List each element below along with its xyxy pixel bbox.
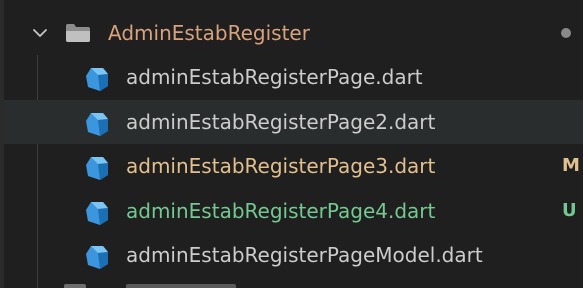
file-row[interactable]: adminEstabRegisterPage2.dart: [4, 100, 583, 144]
folder-open-icon: [66, 24, 90, 42]
file-row[interactable]: adminEstabRegisterPage3.dart M: [4, 144, 583, 188]
row-label-partial: [126, 284, 236, 288]
folder-row-admin-estab-register[interactable]: AdminEstabRegister: [4, 11, 583, 55]
modified-dot-badge: [561, 28, 571, 38]
file-label: adminEstabRegisterPage2.dart: [126, 110, 436, 134]
dart-file-icon: [86, 68, 108, 91]
folder-icon: [64, 284, 86, 288]
file-label: adminEstabRegisterPage.dart: [126, 65, 423, 89]
git-status-badge: U: [562, 200, 577, 221]
file-explorer: AdminEstabRegister adminEstabRegisterPag…: [0, 0, 583, 288]
chevron-down-icon[interactable]: [32, 27, 48, 39]
file-row[interactable]: adminEstabRegisterPage4.dart U: [4, 189, 583, 233]
file-row[interactable]: adminEstabRegisterPageModel.dart: [4, 233, 583, 277]
file-row[interactable]: adminEstabRegisterPage.dart: [4, 55, 583, 99]
dart-file-icon: [86, 246, 108, 269]
dart-file-icon: [86, 202, 108, 225]
folder-label: AdminEstabRegister: [108, 21, 310, 45]
dart-file-icon: [86, 113, 108, 136]
file-label: adminEstabRegisterPage4.dart: [126, 199, 436, 223]
git-status-badge: M: [562, 155, 580, 176]
file-label: adminEstabRegisterPageModel.dart: [126, 243, 483, 267]
file-label: adminEstabRegisterPage3.dart: [126, 154, 436, 178]
dart-file-icon: [86, 157, 108, 180]
next-row-partial[interactable]: [4, 278, 583, 288]
